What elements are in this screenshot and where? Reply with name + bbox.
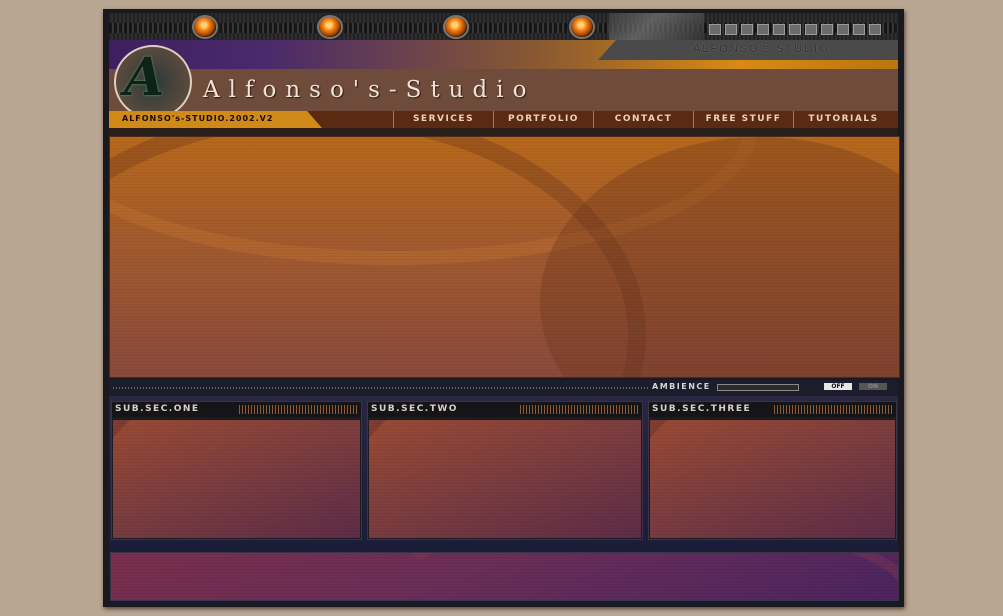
nav-free-stuff[interactable]: FREE STUFF xyxy=(693,111,793,128)
subsection-header: SUB.SEC.ONE xyxy=(112,402,361,417)
main-nav: SERVICES PORTFOLIO CONTACT FREE STUFF TU… xyxy=(393,111,893,128)
ambience-off-button[interactable]: OFF xyxy=(824,383,852,390)
hero-panel xyxy=(109,136,900,378)
subsection-header: SUB.SEC.THREE xyxy=(649,402,896,417)
subsection-title: SUB.SEC.TWO xyxy=(371,404,458,414)
nav-contact[interactable]: CONTACT xyxy=(593,111,693,128)
orange-light-icon xyxy=(194,17,216,37)
subsection-content xyxy=(650,420,895,538)
subsection-title: SUB.SEC.ONE xyxy=(115,404,200,414)
nav-portfolio[interactable]: PORTFOLIO xyxy=(493,111,593,128)
orange-light-icon xyxy=(571,17,593,37)
ambience-volume-track[interactable] xyxy=(717,384,799,391)
logo-letter: A xyxy=(124,47,165,108)
hero-scanlines xyxy=(110,137,899,377)
site-title: Alfonso's-Studio xyxy=(203,77,536,103)
footer-panel xyxy=(110,552,899,601)
divider-strip xyxy=(109,128,898,136)
subsection-content xyxy=(113,420,360,538)
subsection-title: SUB.SEC.THREE xyxy=(652,404,752,414)
ambience-dotted-line xyxy=(113,387,648,389)
subsection-three: SUB.SEC.THREE xyxy=(648,401,897,540)
ambience-bar: AMBIENCE OFF ON xyxy=(109,380,898,396)
header-strip-text: ALFONSO's STUDIO xyxy=(693,43,830,55)
logo-header: A Alfonso's-Studio xyxy=(109,45,898,119)
subsection-one: SUB.SEC.ONE xyxy=(111,401,362,540)
ambience-label: AMBIENCE xyxy=(652,382,711,391)
version-text: ALFONSO's-STUDIO.2002.V2 xyxy=(122,114,274,123)
header-pattern xyxy=(774,405,894,414)
subsection-header: SUB.SEC.TWO xyxy=(368,402,642,417)
header-pattern xyxy=(520,405,640,414)
orange-light-icon xyxy=(319,17,341,37)
header-color-band: ALFONSO's STUDIO xyxy=(109,40,898,69)
nav-tutorials[interactable]: TUTORIALS xyxy=(793,111,893,128)
header-pattern xyxy=(239,405,359,414)
ambience-on-button[interactable]: ON xyxy=(859,383,887,390)
nav-bar: ALFONSO's-STUDIO.2002.V2 SERVICES PORTFO… xyxy=(109,111,898,128)
subsection-content xyxy=(369,420,641,538)
subsection-two: SUB.SEC.TWO xyxy=(367,401,643,540)
orange-light-icon xyxy=(445,17,467,37)
site-frame: ALFONSO's STUDIO A Alfonso's-Studio ALFO… xyxy=(103,9,904,607)
lower-section: SUB.SEC.ONE SUB.SEC.TWO SUB.SEC.THREE xyxy=(109,396,899,604)
indicator-dots xyxy=(709,24,881,35)
nav-services[interactable]: SERVICES xyxy=(393,111,493,128)
